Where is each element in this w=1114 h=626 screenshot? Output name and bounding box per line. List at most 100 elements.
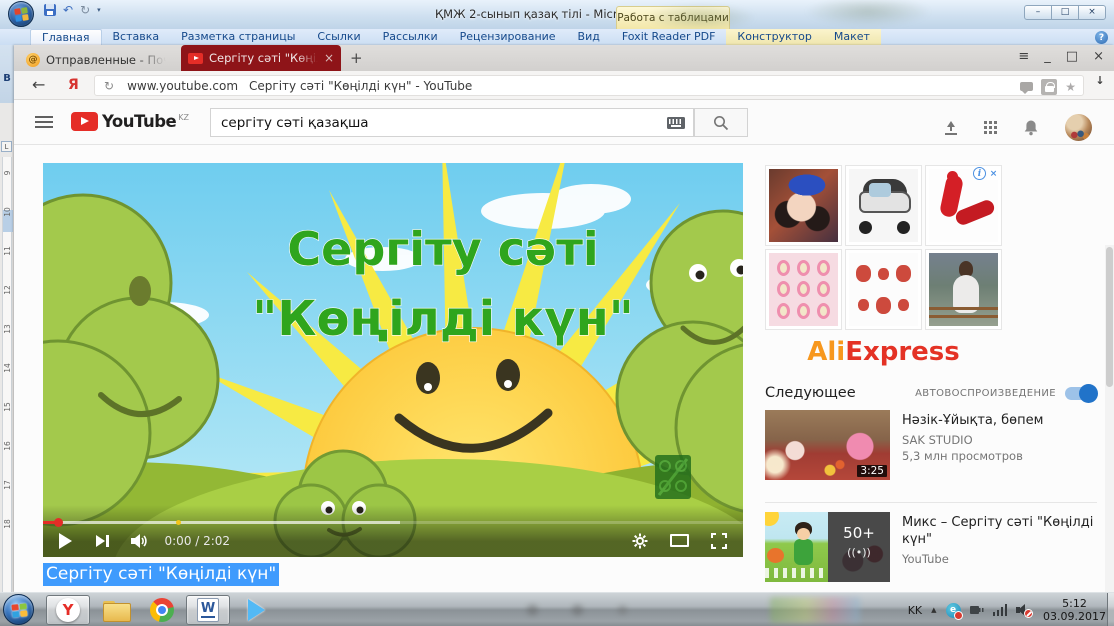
word-ribbon-cut-letter: В (0, 73, 14, 84)
search-button[interactable] (694, 108, 748, 137)
word-tab-references[interactable]: Ссылки (306, 29, 371, 45)
word-tab-mailings[interactable]: Рассылки (372, 29, 449, 45)
taskbar-clock[interactable]: 5:12 03.09.2017 (1043, 597, 1106, 623)
theater-mode-icon[interactable] (670, 534, 689, 547)
word-tab-home[interactable]: Главная (30, 29, 102, 45)
bookmark-star-icon[interactable]: ★ (1065, 81, 1076, 93)
word-close-button[interactable]: × (1078, 5, 1106, 20)
url-text: www.youtube.com (127, 79, 238, 93)
browser-tab-mail[interactable]: @ Отправленные - Почта Mai (18, 48, 180, 71)
browser-maximize-button[interactable]: □ (1066, 47, 1078, 67)
related-title[interactable]: Нәзік-Ұйықта, бөпем (902, 412, 1043, 429)
taskbar-explorer[interactable] (94, 595, 138, 625)
lock-icon[interactable] (1041, 79, 1057, 95)
volume-button[interactable] (131, 533, 149, 549)
downloads-button[interactable]: ↓ (1093, 76, 1107, 86)
word-tab-layout[interactable]: Макет (823, 29, 881, 45)
qat-dropdown-icon[interactable]: ▾ (97, 6, 101, 14)
word-tab-insert[interactable]: Вставка (102, 29, 171, 45)
tab-close-icon[interactable]: × (324, 52, 334, 64)
search-input[interactable] (211, 115, 667, 131)
tray-expand-icon[interactable]: ▲ (931, 606, 936, 614)
hamburger-menu-icon[interactable] (35, 116, 53, 131)
browser-toolbar: ← Я ↻ www.youtube.com Сергіту сәті "Көңі… (14, 71, 1114, 100)
network-signal-icon[interactable] (993, 604, 1008, 616)
ad-image[interactable] (845, 165, 922, 246)
new-tab-button[interactable]: + (350, 49, 363, 67)
next-button[interactable] (96, 535, 109, 547)
address-bar[interactable]: ↻ www.youtube.com Сергіту сәті "Көңілді … (94, 75, 1084, 96)
back-icon[interactable]: ← (32, 75, 45, 94)
word-restore-button[interactable]: □ (1051, 5, 1079, 20)
ad-image[interactable] (765, 165, 842, 246)
aliexpress-logo[interactable]: AliExpress (765, 337, 1002, 367)
taskbar-media-player[interactable] (234, 595, 278, 625)
redo-icon[interactable]: ↻ (80, 4, 90, 16)
start-button[interactable] (3, 594, 34, 625)
refresh-icon[interactable]: ↻ (104, 79, 114, 93)
video-title-selected[interactable]: Сергіту сәті "Көңілді күн" (43, 563, 279, 586)
word-window-controls: – □ × (1025, 5, 1106, 20)
language-indicator[interactable]: KK (908, 604, 922, 617)
autoplay-toggle[interactable] (1065, 387, 1095, 400)
ad-close-icon[interactable]: × (987, 167, 1000, 180)
taskbar-yandex-browser[interactable]: Y (46, 595, 90, 625)
office-flag-icon (14, 7, 29, 22)
fullscreen-icon[interactable] (711, 533, 727, 549)
tray-app-icon[interactable]: e (946, 603, 961, 618)
ad-image[interactable] (845, 249, 922, 330)
word-ribbon-tabs: Главная Вставка Разметка страницы Ссылки… (0, 29, 1114, 45)
ruler-tab-selector[interactable]: L (1, 141, 12, 152)
word-tab-review[interactable]: Рецензирование (449, 29, 567, 45)
undo-icon[interactable]: ↶ (63, 4, 73, 16)
system-tray: KK ▲ e 5:12 03.09.2017 (908, 593, 1106, 626)
related-thumbnail-2[interactable]: 50+ ((•)) (765, 512, 890, 582)
power-plug-icon[interactable] (970, 604, 984, 616)
account-avatar[interactable] (1065, 114, 1092, 141)
youtube-logo[interactable]: YouTube KZ (71, 112, 189, 131)
ad-banner[interactable]: i × (765, 165, 1002, 330)
office-button-icon[interactable] (8, 1, 34, 27)
mail-icon: @ (26, 53, 40, 67)
word-tab-view[interactable]: Вид (567, 29, 611, 45)
play-button[interactable] (59, 533, 72, 549)
related-channel[interactable]: SAK STUDIO (902, 433, 1043, 447)
settings-gear-icon[interactable] (632, 533, 648, 549)
related-title[interactable]: Микс – Сергіту сәті "Көңілді күн" (902, 514, 1100, 548)
rail-divider (765, 502, 1097, 503)
comments-icon[interactable] (1020, 82, 1033, 91)
ad-image[interactable] (925, 249, 1002, 330)
ad-image[interactable] (765, 249, 842, 330)
ad-image[interactable]: i × (925, 165, 1002, 246)
page-scrollbar[interactable] (1105, 245, 1114, 626)
word-minimize-button[interactable]: – (1024, 5, 1052, 20)
word-icon: W (197, 598, 219, 622)
windows-flag-icon (11, 603, 27, 617)
browser-close-button[interactable]: × (1093, 47, 1104, 67)
notifications-bell-icon[interactable] (1023, 119, 1039, 136)
scrollbar-thumb[interactable] (1106, 247, 1113, 387)
taskbar-word[interactable]: W (186, 595, 230, 625)
browser-minimize-button[interactable]: _ (1044, 47, 1051, 67)
word-tab-foxit[interactable]: Foxit Reader PDF (611, 29, 727, 45)
show-desktop-button[interactable] (1107, 593, 1114, 626)
save-icon[interactable] (44, 4, 56, 16)
yandex-logo-icon[interactable]: Я (68, 77, 79, 93)
word-tab-page-layout[interactable]: Разметка страницы (170, 29, 306, 45)
related-video-1[interactable]: 3:25 Нәзік-Ұйықта, бөпем SAK STUDIO 5,3 … (765, 410, 1100, 480)
related-thumbnail-1[interactable]: 3:25 (765, 410, 890, 480)
ad-info-icon[interactable]: i (973, 167, 986, 180)
desktop: ↶ ↻ ▾ ҚМЖ 2-сынып қазақ тілі - Microsoft… (0, 0, 1114, 626)
video-player[interactable]: Сергіту сәті "Көңілді күн" (43, 163, 743, 557)
volume-muted-icon[interactable] (1016, 603, 1032, 617)
keyboard-icon[interactable] (667, 117, 685, 129)
upload-icon[interactable] (944, 121, 958, 135)
browser-tab-youtube[interactable]: Сергіту сәті "Көңілді күн" × (181, 45, 341, 71)
taskbar-chrome[interactable] (140, 595, 184, 625)
related-channel[interactable]: YouTube (902, 552, 1100, 566)
word-tab-design[interactable]: Конструктор (726, 29, 822, 45)
word-help-icon[interactable]: ? (1095, 31, 1108, 44)
related-video-2[interactable]: 50+ ((•)) Микс – Сергіту сәті "Көңілді к… (765, 512, 1100, 582)
apps-grid-icon[interactable] (984, 121, 997, 134)
browser-menu-icon[interactable]: ≡ (1018, 47, 1029, 67)
